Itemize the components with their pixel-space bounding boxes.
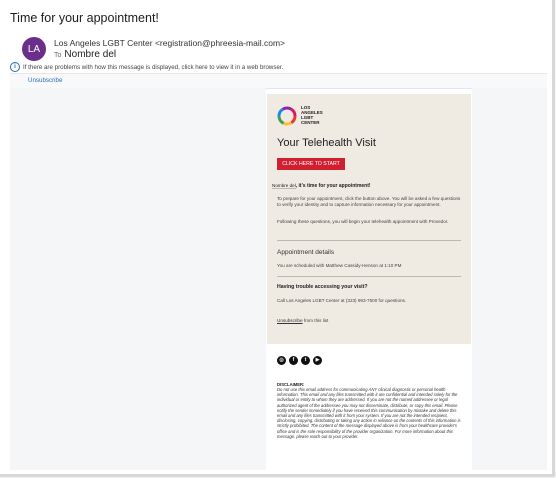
unsubscribe-line: Unsubscribe from this list bbox=[277, 318, 329, 323]
sender-avatar[interactable]: LA bbox=[22, 37, 46, 61]
details-title: Appointment details bbox=[277, 249, 335, 256]
info-icon: i bbox=[10, 62, 20, 72]
facebook-icon[interactable]: f bbox=[289, 356, 298, 365]
logo-text: LOS ANGELES LGBT CENTER bbox=[301, 105, 323, 125]
email-footer: ◎ f t ▶ DISCLAIMER: Do not use this emai… bbox=[267, 344, 471, 464]
center-logo-icon bbox=[277, 106, 297, 126]
unsubscribe-bar: Unsubscribe bbox=[10, 73, 547, 89]
email-window: Time for your appointment! LA Los Angele… bbox=[0, 0, 555, 477]
sender-address[interactable]: Los Angeles LGBT Center <registration@ph… bbox=[54, 38, 285, 48]
social-links: ◎ f t ▶ bbox=[277, 356, 322, 365]
message-gutter-right bbox=[472, 88, 547, 470]
disclaimer-text: Do not use this email address for commun… bbox=[277, 387, 461, 439]
info-bar-text[interactable]: If there are problems with how this mess… bbox=[23, 64, 283, 71]
greeting-name: Nombre del bbox=[272, 183, 296, 189]
divider bbox=[277, 276, 461, 277]
twitter-icon[interactable]: t bbox=[301, 356, 310, 365]
trouble-title: Having trouble accessing your visit? bbox=[277, 284, 368, 290]
greeting: Nombre del, it's time for your appointme… bbox=[272, 183, 371, 189]
unsubscribe-link[interactable]: Unsubscribe bbox=[28, 77, 62, 84]
trouble-text: Call Los Angeles LGBT Center at (323) 99… bbox=[277, 298, 407, 303]
card-unsubscribe-link[interactable]: Unsubscribe bbox=[277, 318, 303, 323]
email-card: LOS ANGELES LGBT CENTER Your Telehealth … bbox=[267, 94, 471, 344]
to-label: To bbox=[54, 52, 62, 59]
info-bar[interactable]: i If there are problems with how this me… bbox=[10, 62, 283, 72]
instructions-paragraph: To prepare for your appointment, click t… bbox=[277, 196, 461, 207]
start-visit-button[interactable]: CLICK HERE TO START bbox=[277, 158, 345, 170]
card-title: Your Telehealth Visit bbox=[277, 137, 376, 149]
message-gutter-left bbox=[10, 88, 266, 470]
divider bbox=[277, 240, 461, 241]
recipient-name[interactable]: Nombre del bbox=[64, 49, 116, 60]
youtube-icon[interactable]: ▶ bbox=[313, 356, 322, 365]
recipient-line: To Nombre del bbox=[54, 49, 116, 60]
greeting-text: , it's time for your appointment! bbox=[295, 183, 371, 189]
details-text: You are scheduled with Matthew Cassidy-H… bbox=[277, 263, 402, 268]
followup-paragraph: Following these questions, you will begi… bbox=[277, 219, 449, 224]
email-subject: Time for your appointment! bbox=[10, 11, 159, 25]
instagram-icon[interactable]: ◎ bbox=[277, 356, 286, 365]
